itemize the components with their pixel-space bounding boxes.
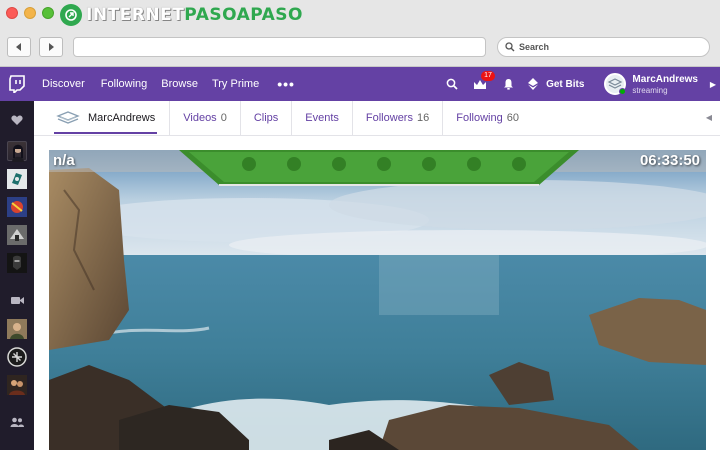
back-arrow-icon [16, 43, 21, 51]
stream-timer-overlay: 06:33:50 [639, 152, 700, 169]
tab-clips[interactable]: Clips [241, 100, 293, 136]
tab-following[interactable]: Following 60 [443, 101, 532, 136]
tab-videos[interactable]: Videos 0 [170, 100, 241, 136]
stream-title-overlay: n/a [53, 152, 75, 169]
video-camera-icon[interactable] [0, 296, 34, 305]
bell-icon [503, 79, 513, 90]
zoom-window-button[interactable] [42, 7, 54, 19]
site-watermark-logo: INTERNETPASOAPASO [60, 3, 303, 27]
notification-badge: 17 [481, 71, 495, 81]
tab-followers[interactable]: Followers 16 [353, 100, 444, 136]
recommended-channel-1[interactable] [7, 319, 27, 339]
tab-label: Clips [253, 112, 279, 124]
search-button[interactable] [438, 67, 466, 101]
tab-count: 0 [220, 112, 227, 124]
window-controls [6, 7, 54, 19]
nav-try-prime[interactable]: Try Prime [212, 78, 259, 90]
tab-label: Following [456, 112, 503, 124]
followed-channel-3[interactable] [7, 197, 27, 217]
user-info: MarcAndrews streaming [632, 74, 698, 95]
bits-button[interactable] [522, 67, 544, 101]
search-icon [446, 78, 458, 90]
tab-label: Followers [365, 112, 413, 124]
channel-name: MarcAndrews [88, 112, 156, 124]
search-icon [505, 42, 515, 52]
stream-frame [49, 150, 706, 450]
friends-icon[interactable] [0, 417, 34, 427]
tab-events[interactable]: Events [292, 100, 353, 136]
chevron-right-icon[interactable]: ▶ [706, 67, 720, 101]
nav-following[interactable]: Following [101, 78, 147, 90]
notifications-button[interactable] [494, 67, 522, 101]
forward-button[interactable] [39, 37, 63, 57]
search-placeholder: Search [519, 42, 550, 52]
tab-count: 16 [416, 112, 430, 124]
logo-text: INTERNETPASOAPASO [86, 5, 303, 25]
active-tab-indicator [54, 131, 158, 134]
nav-right-group: 17 Get Bits MarcAndrews streaming [438, 67, 720, 101]
avatar [604, 73, 627, 95]
browser-chrome: INTERNETPASOAPASO Search [0, 0, 720, 67]
address-bar[interactable] [73, 37, 486, 57]
user-name: MarcAndrews [632, 73, 698, 85]
bits-gem-icon [528, 78, 539, 90]
channel-home-tab[interactable]: MarcAndrews [34, 100, 171, 136]
collapse-chat-icon[interactable]: ◀ [706, 113, 712, 122]
logo-text-accent: PASOAPASO [184, 5, 303, 25]
twitch-logo-icon[interactable] [0, 67, 34, 101]
followed-channel-2[interactable] [7, 169, 27, 189]
recommended-channel-2[interactable] [7, 347, 27, 367]
online-status-indicator [619, 88, 627, 95]
more-menu-button[interactable]: ••• [277, 76, 295, 92]
channel-avatar [56, 111, 80, 124]
back-button[interactable] [7, 37, 31, 57]
followed-channel-1[interactable] [7, 141, 27, 162]
nav-browse[interactable]: Browse [161, 78, 198, 90]
channel-header: MarcAndrews Videos 0 Clips Events Followe… [34, 100, 720, 136]
tab-count: 60 [506, 112, 519, 124]
user-status: streaming [632, 85, 668, 95]
video-player[interactable]: n/a 06:33:50 [49, 150, 706, 450]
close-window-button[interactable] [6, 7, 18, 19]
recommended-channel-3[interactable] [7, 375, 27, 395]
heart-icon[interactable] [0, 115, 34, 126]
nav-discover[interactable]: Discover [42, 78, 85, 90]
tab-label: Videos [183, 112, 217, 124]
browser-search-field[interactable]: Search [497, 37, 710, 57]
logo-text-main: INTERNET [86, 5, 185, 25]
followed-channel-4[interactable] [7, 225, 27, 245]
twitch-top-nav: Discover Following Browse Try Prime ••• … [0, 67, 720, 101]
get-bits-label[interactable]: Get Bits [546, 79, 584, 90]
left-sidebar [0, 101, 34, 450]
user-menu[interactable]: MarcAndrews streaming [604, 73, 698, 95]
tab-label: Events [305, 112, 339, 124]
minimize-window-button[interactable] [24, 7, 36, 19]
logo-icon [60, 4, 82, 26]
followed-channel-5[interactable] [7, 253, 27, 273]
inbox-button[interactable]: 17 [466, 67, 495, 101]
forward-arrow-icon [49, 43, 54, 51]
